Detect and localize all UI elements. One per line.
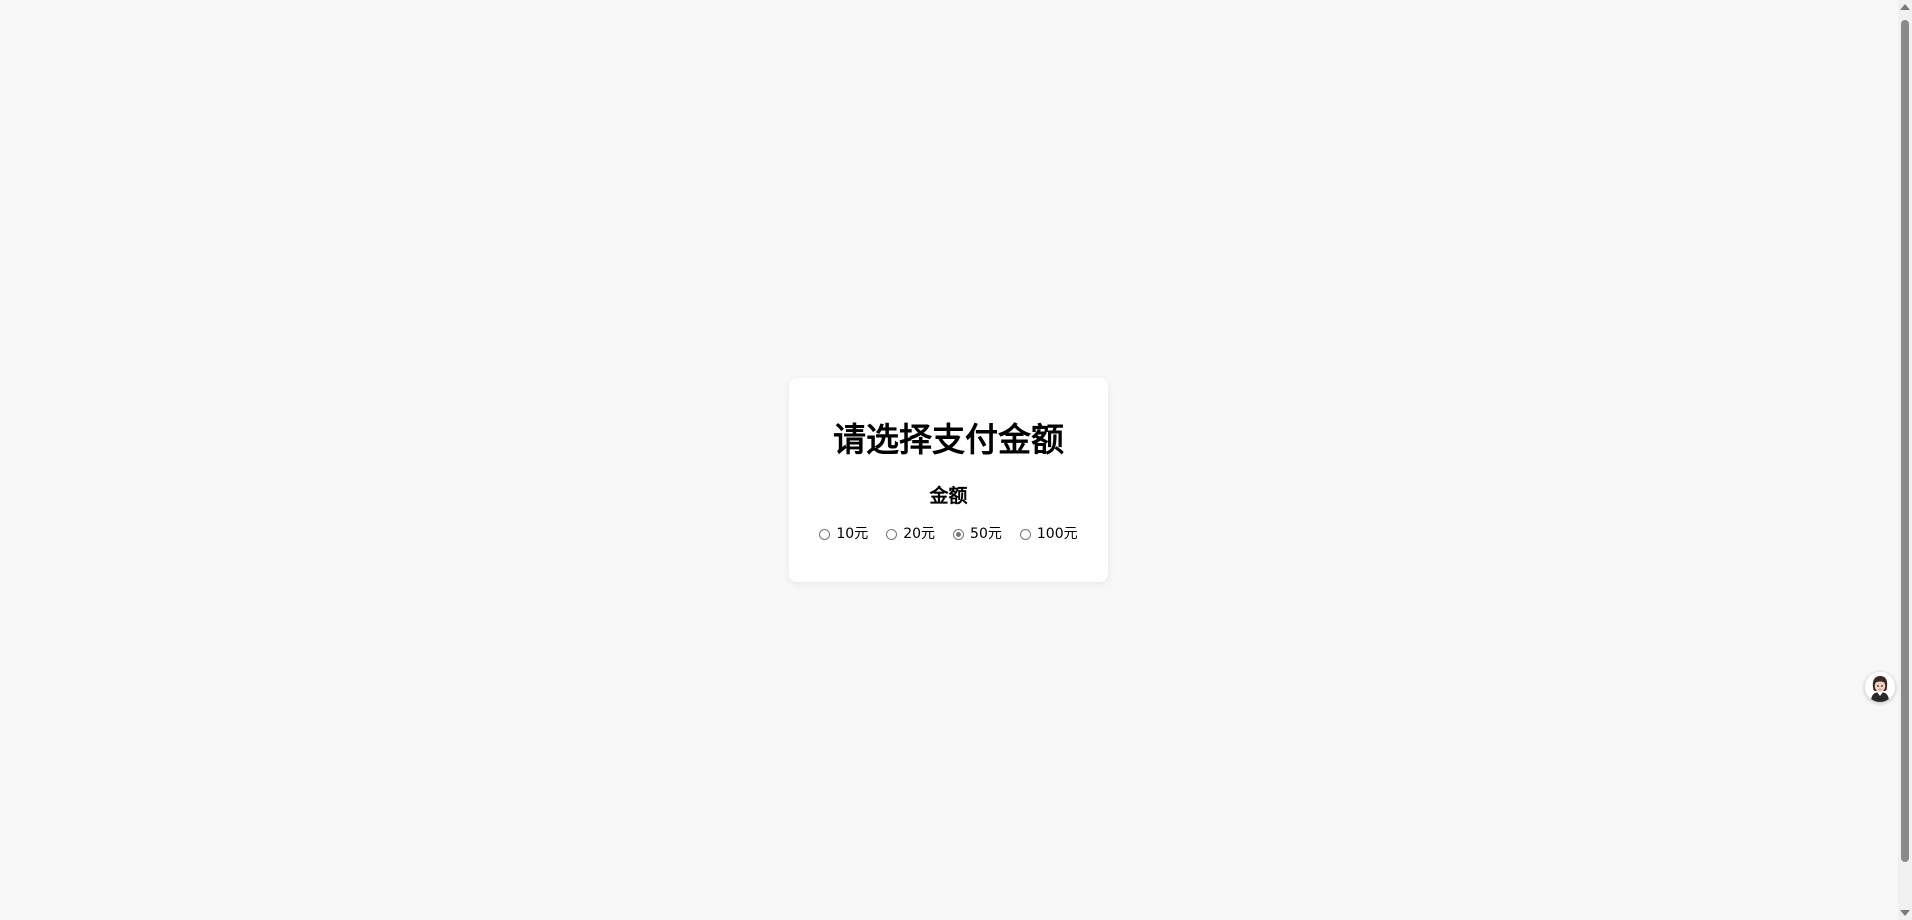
amount-label-50: 50元: [970, 526, 1002, 542]
amount-options: 10元 20元 50元 100元: [789, 526, 1108, 542]
assistant-avatar-button[interactable]: [1865, 672, 1895, 702]
page-title: 请选择支付金额: [833, 420, 1064, 459]
radio-20[interactable]: [886, 528, 898, 540]
amount-option-20[interactable]: 20元: [886, 526, 935, 542]
avatar-icon: [1865, 672, 1895, 702]
page: 请选择支付金额 金额 10元 20元 50元 100元: [0, 0, 1912, 920]
scroll-down-icon[interactable]: [1898, 906, 1912, 920]
vertical-scrollbar[interactable]: [1898, 0, 1912, 920]
payment-card: 请选择支付金额 金额 10元 20元 50元 100元: [789, 378, 1108, 582]
amount-label-100: 100元: [1036, 526, 1078, 542]
amount-option-50[interactable]: 50元: [953, 526, 1002, 542]
amount-label-10: 10元: [836, 526, 869, 542]
scrollbar-thumb[interactable]: [1901, 20, 1909, 862]
radio-10[interactable]: [819, 528, 831, 540]
amount-option-100[interactable]: 100元: [1019, 526, 1078, 542]
radio-100[interactable]: [1019, 528, 1031, 540]
amount-heading: 金额: [929, 485, 968, 507]
amount-label-20: 20元: [903, 526, 936, 542]
amount-option-10[interactable]: 10元: [819, 526, 868, 542]
radio-50[interactable]: [953, 528, 965, 540]
scroll-up-icon[interactable]: [1898, 0, 1912, 14]
